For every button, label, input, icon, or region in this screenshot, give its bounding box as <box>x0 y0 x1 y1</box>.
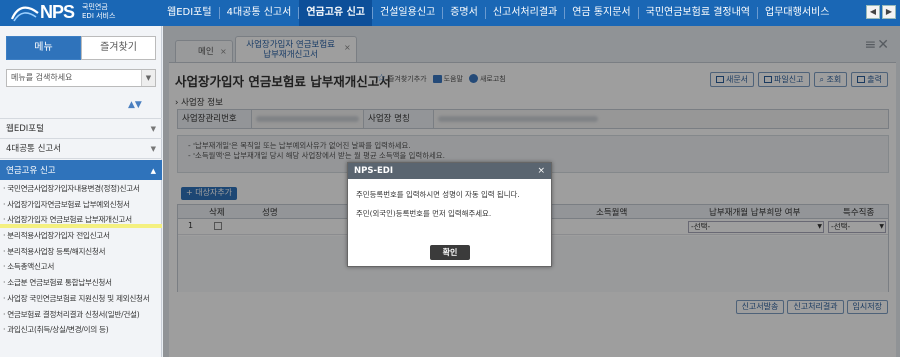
sidebar-section-label: 웹EDI포털 <box>6 124 44 134</box>
sidebar-link-payment-exception[interactable]: · 사업장가입자연금보험료 납부예외신청서 <box>0 197 162 213</box>
nav-pension-notice[interactable]: 연금 통지문서 <box>565 0 637 26</box>
dialog-header: NPS-EDI × <box>348 163 551 179</box>
nps-logo[interactable]: NPS 국민연금 EDI 서비스 <box>6 2 156 24</box>
sidebar-link-over-report[interactable]: · 과입신고(취득/상실/변경/이의 등) <box>0 322 162 338</box>
sidebar-link-transfer-in[interactable]: · 분리적용사업장가입자 전입신고서 <box>0 228 162 244</box>
chevron-down-icon: ▼ <box>150 125 156 133</box>
sidebar-link-info-change[interactable]: · 국민연금사업장가입자내용변경(정정)신고서 <box>0 181 162 197</box>
sidebar-section-pension[interactable]: 연금고유 신고 ▲ <box>0 160 162 180</box>
sidebar-link-income-total[interactable]: · 소득총액신고서 <box>0 259 162 275</box>
sidebar-link-payment-resume[interactable]: · 사업장가입자 연금보험료 납부재개신고서 <box>0 212 162 229</box>
logo-text: NPS <box>40 2 75 22</box>
top-nav: 웹EDI포털 4대공통 신고서 연금고유 신고 건설일용신고 증명서 신고서처리… <box>160 0 836 26</box>
logo-sub-line1: 국민연금 <box>82 3 108 11</box>
sidebar-section-web-edi[interactable]: 웹EDI포털 ▼ <box>0 118 162 138</box>
sidebar-section-label: 연금고유 신고 <box>6 166 56 176</box>
dialog-title: NPS-EDI <box>354 166 394 176</box>
sidebar-link-list: · 국민연금사업장가입자내용변경(정정)신고서 · 사업장가입자연금보험료 납부… <box>0 181 162 338</box>
nav-certificate[interactable]: 증명서 <box>443 0 485 26</box>
menu-search-select[interactable]: 메뉴를 검색하세요 ▼ <box>6 69 156 87</box>
nav-scroll-buttons: ◀ ▶ <box>866 5 896 19</box>
dialog-body: 주민등록번호를 입력하시면 성명이 자동 입력 됩니다. 주민(외국인)등록번호… <box>348 179 551 220</box>
nav-report-result[interactable]: 신고서처리결과 <box>486 0 564 26</box>
nav-next-icon[interactable]: ▶ <box>882 5 896 19</box>
tab-favorites[interactable]: 즐겨찾기 <box>81 36 156 60</box>
nps-logo-icon <box>10 6 39 22</box>
menu-search-placeholder: 메뉴를 검색하세요 <box>11 73 73 82</box>
sidebar-link-decision-result[interactable]: · 연금보험료 결정처리결과 신청서(일반/건설) <box>0 307 162 323</box>
nav-construction-daily[interactable]: 건설일용신고 <box>373 0 442 26</box>
tab-menu[interactable]: 메뉴 <box>6 36 81 60</box>
logo-sub-line2: EDI 서비스 <box>82 12 116 20</box>
logo-subtitle: 국민연금 EDI 서비스 <box>82 3 115 21</box>
nav-web-edi-portal[interactable]: 웹EDI포털 <box>160 0 219 26</box>
chevron-up-icon: ▲ <box>150 167 156 175</box>
sidebar-link-premium-support[interactable]: · 사업장 국민연금보험료 지원신청 및 제외신청서 <box>0 291 162 307</box>
dialog-message-2: 주민(외국인)등록번호를 먼저 입력해주세요. <box>356 209 492 218</box>
ok-button[interactable]: 확인 <box>430 245 470 260</box>
nav-4-common-report[interactable]: 4대공통 신고서 <box>220 0 299 26</box>
nav-pension-report[interactable]: 연금고유 신고 <box>299 0 373 26</box>
collapse-all-icon[interactable]: ▲▼ <box>128 100 142 110</box>
sidebar-section-label: 4대공통 신고서 <box>6 144 62 154</box>
alert-dialog: NPS-EDI × 주민등록번호를 입력하시면 성명이 자동 입력 됩니다. 주… <box>347 162 552 267</box>
nav-agency-service[interactable]: 업무대행서비스 <box>758 0 836 26</box>
sidebar-tabs: 메뉴 즐겨찾기 <box>6 36 156 60</box>
nav-prev-icon[interactable]: ◀ <box>866 5 880 19</box>
dialog-message-1: 주민등록번호를 입력하시면 성명이 자동 입력 됩니다. <box>356 190 520 199</box>
sidebar: 메뉴 즐겨찾기 메뉴를 검색하세요 ▼ ▲▼ 웹EDI포털 ▼ 4대공통 신고서… <box>0 26 162 357</box>
sidebar-section-4-common[interactable]: 4대공통 신고서 ▼ <box>0 138 162 158</box>
sidebar-link-separate-registration[interactable]: · 분리적용사업장 등록/해지신청서 <box>0 244 162 260</box>
chevron-down-icon: ▼ <box>150 145 156 153</box>
close-icon[interactable]: × <box>537 163 545 179</box>
top-bar: NPS 국민연금 EDI 서비스 웹EDI포털 4대공통 신고서 연금고유 신고… <box>0 0 900 26</box>
nav-premium-decision[interactable]: 국민연금보험료 결정내역 <box>639 0 757 26</box>
sidebar-link-retroactive-payment[interactable]: · 소급분 연금보험료 통합납부신청서 <box>0 275 162 291</box>
chevron-down-icon: ▼ <box>141 70 155 86</box>
